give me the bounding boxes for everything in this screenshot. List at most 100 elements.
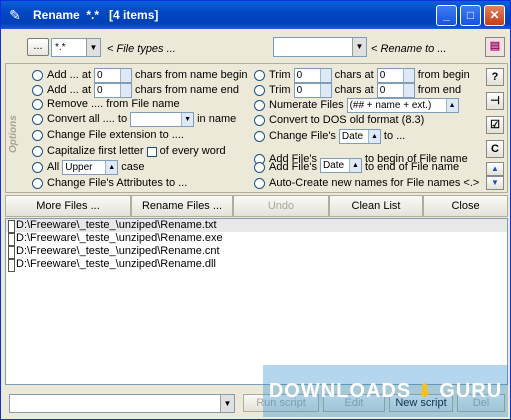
radio[interactable] [32,146,43,157]
radio[interactable] [254,178,265,189]
label: in name [197,113,237,125]
script-combo[interactable]: ▼ [9,394,235,413]
radio[interactable] [32,85,43,96]
option-trim-end[interactable]: Trim 0 chars at 0 from end [254,83,461,98]
action-bar: More Files ... Rename Files ... Undo Cle… [5,195,508,217]
option-change-attributes[interactable]: Change File's Attributes to ... [32,177,187,190]
scroll-down-icon[interactable]: ▼ [486,176,504,190]
chevron-down-icon[interactable]: ▼ [181,113,194,126]
trim-begin-spinner[interactable]: 0 [293,68,332,83]
option-add-begin[interactable]: Add ... at 0 chars from name begin [32,68,248,83]
trim-begin-pos-spinner[interactable]: 0 [376,68,415,83]
option-auto-create[interactable]: Auto-Create new names for File names <.> [254,177,479,190]
check-icon[interactable]: ☑ [486,116,504,134]
radio[interactable] [32,70,43,81]
label: Change File extension to .... [47,129,184,141]
book-icon[interactable]: ▤ [485,37,505,57]
list-item[interactable]: D:\Freeware\_teste_\unziped\Rename.cnt [6,245,507,259]
option-change-file-date[interactable]: Change File's Date ▲ to ... [254,129,405,144]
scroll-up-icon[interactable]: ▲ [486,162,504,176]
chevron-down-icon[interactable]: ▼ [220,395,234,412]
trim-end-pos-spinner[interactable]: 0 [376,83,415,98]
file-list[interactable]: D:\Freeware\_teste_\unziped\Rename.txt D… [5,218,508,385]
convert-combo[interactable]: ▼ [130,112,195,127]
label: Remove .... from File name [47,98,180,110]
option-add-end[interactable]: Add ... at 0 chars from name end [32,83,239,98]
option-add-file-end[interactable]: Add File's to end of File name [254,161,459,174]
watermark-text: GURU [439,380,503,402]
label: Auto-Create new names for File names <.> [269,177,480,189]
app-icon: ✎ [9,7,21,23]
clean-list-button[interactable]: Clean List [329,195,423,217]
label: All [47,161,60,173]
label: Capitalize first letter [47,145,144,157]
change-file-value: Date [341,131,364,142]
chevron-down-icon[interactable]: ▼ [352,38,366,56]
radio[interactable] [32,99,43,110]
chevron-down-icon[interactable]: ▲ [367,130,380,143]
option-capitalize[interactable]: Capitalize first letter of every word [32,145,226,158]
list-item[interactable]: D:\Freeware\_teste_\unziped\Rename.txt [6,219,507,233]
minimize-button[interactable]: _ [436,5,457,26]
label: Add File's [269,161,317,173]
label: Add ... at [47,84,92,96]
radio[interactable] [32,130,43,141]
option-all-case[interactable]: All Upper ▲ case [32,160,144,175]
label: Change File's [269,130,336,142]
option-dos-format[interactable]: Convert to DOS old format (8.3) [254,114,424,127]
label: Convert all .... to [47,113,128,125]
radio[interactable] [254,70,265,81]
undo-button[interactable]: Undo [233,195,329,217]
option-remove[interactable]: Remove .... from File name [32,98,180,111]
add-begin-spinner[interactable]: 0 [94,68,133,83]
numerate-combo[interactable]: (## + name + ext.) ▲ [346,98,459,113]
trim-end-spinner[interactable]: 0 [293,83,332,98]
radio[interactable] [254,115,265,126]
radio[interactable] [32,178,43,189]
option-trim-begin[interactable]: Trim 0 chars at 0 from begin [254,68,470,83]
pin-icon[interactable]: ⊣ [486,92,504,110]
list-item[interactable]: D:\Freeware\_teste_\unziped\Rename.exe [6,232,507,246]
change-file-combo[interactable]: Date ▲ [338,129,381,144]
radio[interactable] [254,85,265,96]
maximize-button[interactable]: □ [460,5,481,26]
chevron-down-icon[interactable]: ▼ [86,39,100,56]
add-end-spinner[interactable]: 0 [94,83,133,98]
rename-to-combo[interactable]: ▼ [273,37,367,57]
label: chars from name begin [135,69,248,81]
close-window-button[interactable]: ✕ [484,5,505,26]
c-button[interactable]: C [486,140,504,158]
options-label: Options [8,115,19,153]
label: of every word [159,145,226,157]
case-combo[interactable]: Upper ▲ [62,160,119,175]
label: Trim [269,84,291,96]
label: Change File's Attributes to ... [47,177,188,189]
case-value: Upper [65,162,93,173]
option-change-extension[interactable]: Change File extension to .... [32,129,184,142]
every-word-checkbox[interactable] [146,146,157,157]
rename-to-label: < Rename to ... [371,43,447,55]
more-files-button[interactable]: More Files ... [5,195,131,217]
chevron-down-icon[interactable]: ▲ [105,161,118,174]
radio[interactable] [32,114,43,125]
chevron-down-icon[interactable]: ▲ [445,99,458,112]
window-title: Rename *.* [4 items] [33,8,159,22]
label: to end of File name [364,161,460,173]
radio[interactable] [254,100,265,111]
option-numerate[interactable]: Numerate Files (## + name + ext.) ▲ [254,98,462,113]
file-type-combo[interactable]: *.* ▼ [51,38,101,57]
rename-files-button[interactable]: Rename Files ... [131,195,233,217]
numerate-value: (## + name + ext.) [349,100,432,111]
label: Numerate Files [269,99,344,111]
radio[interactable] [32,162,43,173]
label: from end [417,84,462,96]
title-bar[interactable]: ✎ Rename *.* [4 items] _ □ ✕ [1,1,510,29]
radio[interactable] [254,131,265,142]
close-button[interactable]: Close [423,195,508,217]
option-convert-all[interactable]: Convert all .... to ▼ in name [32,112,236,127]
help-icon[interactable]: ? [486,68,504,86]
list-item[interactable]: D:\Freeware\_teste_\unziped\Rename.dll [6,258,507,272]
browse-button[interactable]: ... [27,38,49,56]
file-types-label: < File types ... [107,43,176,55]
radio[interactable] [254,162,265,173]
